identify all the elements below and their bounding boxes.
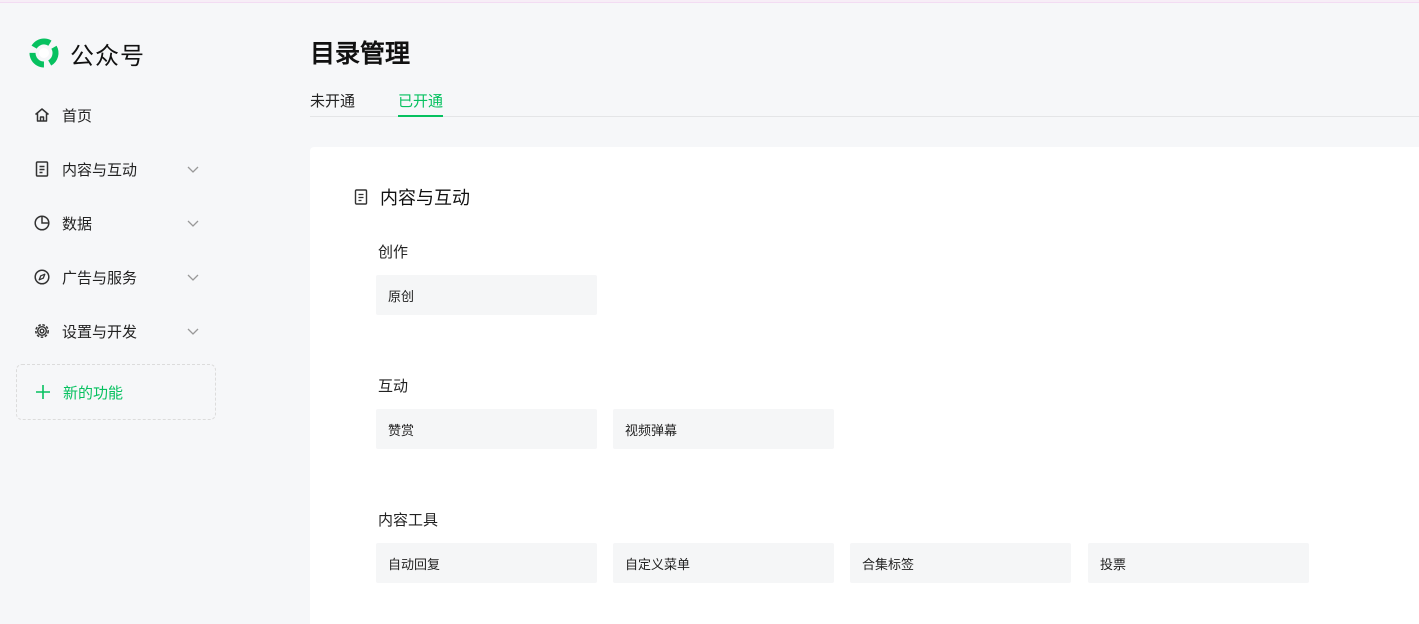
sidebar-item-label: 数据 (62, 214, 93, 233)
group-label-creation: 创作 (378, 243, 409, 261)
sidebar-item-settings-dev[interactable]: 设置与开发 (16, 304, 216, 358)
feature-collection-tags[interactable]: 合集标签 (850, 543, 1071, 583)
document-icon (354, 189, 368, 205)
sidebar-nav: 首页 内容与互动 数据 广告与服务 设置与开发 (16, 88, 216, 358)
feature-custom-menu[interactable]: 自定义菜单 (613, 543, 834, 583)
top-border (0, 0, 1419, 3)
sidebar: 公众号 首页 内容与互动 数据 广告与服务 设置与开发 新的功能 (0, 4, 232, 624)
gear-icon (35, 324, 49, 338)
document-icon (35, 161, 49, 177)
compass-icon (34, 269, 50, 285)
sidebar-item-data[interactable]: 数据 (16, 196, 216, 250)
feature-appreciation[interactable]: 赞赏 (376, 409, 597, 449)
plus-icon (36, 385, 50, 399)
chevron-down-icon[interactable] (186, 162, 200, 176)
chevron-down-icon[interactable] (186, 324, 200, 338)
tab-enabled[interactable]: 已开通 (398, 90, 444, 117)
sidebar-item-content-interaction[interactable]: 内容与互动 (16, 142, 216, 196)
feature-video-danmaku[interactable]: 视频弹幕 (613, 409, 834, 449)
wechat-official-account-logo-icon (29, 38, 59, 68)
section-header: 内容与互动 (352, 184, 470, 210)
group-label-interaction: 互动 (378, 377, 409, 395)
sidebar-item-label: 内容与互动 (62, 160, 138, 179)
content-card: 内容与互动 创作 原创 互动 赞赏 视频弹幕 内容工具 自动回复 自定义菜单 合… (310, 147, 1419, 624)
sidebar-item-label: 首页 (62, 106, 93, 125)
group-label-content-tools: 内容工具 (378, 511, 439, 529)
chevron-down-icon[interactable] (186, 216, 200, 230)
page-title: 目录管理 (310, 39, 411, 68)
sidebar-item-label: 设置与开发 (62, 322, 138, 341)
chevron-down-icon[interactable] (186, 270, 200, 284)
brand[interactable]: 公众号 (27, 34, 145, 72)
feature-auto-reply[interactable]: 自动回复 (376, 543, 597, 583)
new-feature-label: 新的功能 (63, 383, 124, 402)
home-icon (35, 108, 49, 122)
feature-original[interactable]: 原创 (376, 275, 597, 315)
section-title: 内容与互动 (380, 188, 470, 209)
brand-name: 公众号 (70, 41, 145, 70)
new-feature-button[interactable]: 新的功能 (16, 364, 216, 420)
feature-vote[interactable]: 投票 (1088, 543, 1309, 583)
pie-chart-icon (34, 215, 50, 231)
tab-bar: 未开通 已开通 (310, 88, 1419, 117)
sidebar-item-label: 广告与服务 (62, 268, 138, 287)
tab-not-enabled[interactable]: 未开通 (310, 90, 355, 117)
sidebar-item-ads-services[interactable]: 广告与服务 (16, 250, 216, 304)
sidebar-item-home[interactable]: 首页 (16, 88, 216, 142)
